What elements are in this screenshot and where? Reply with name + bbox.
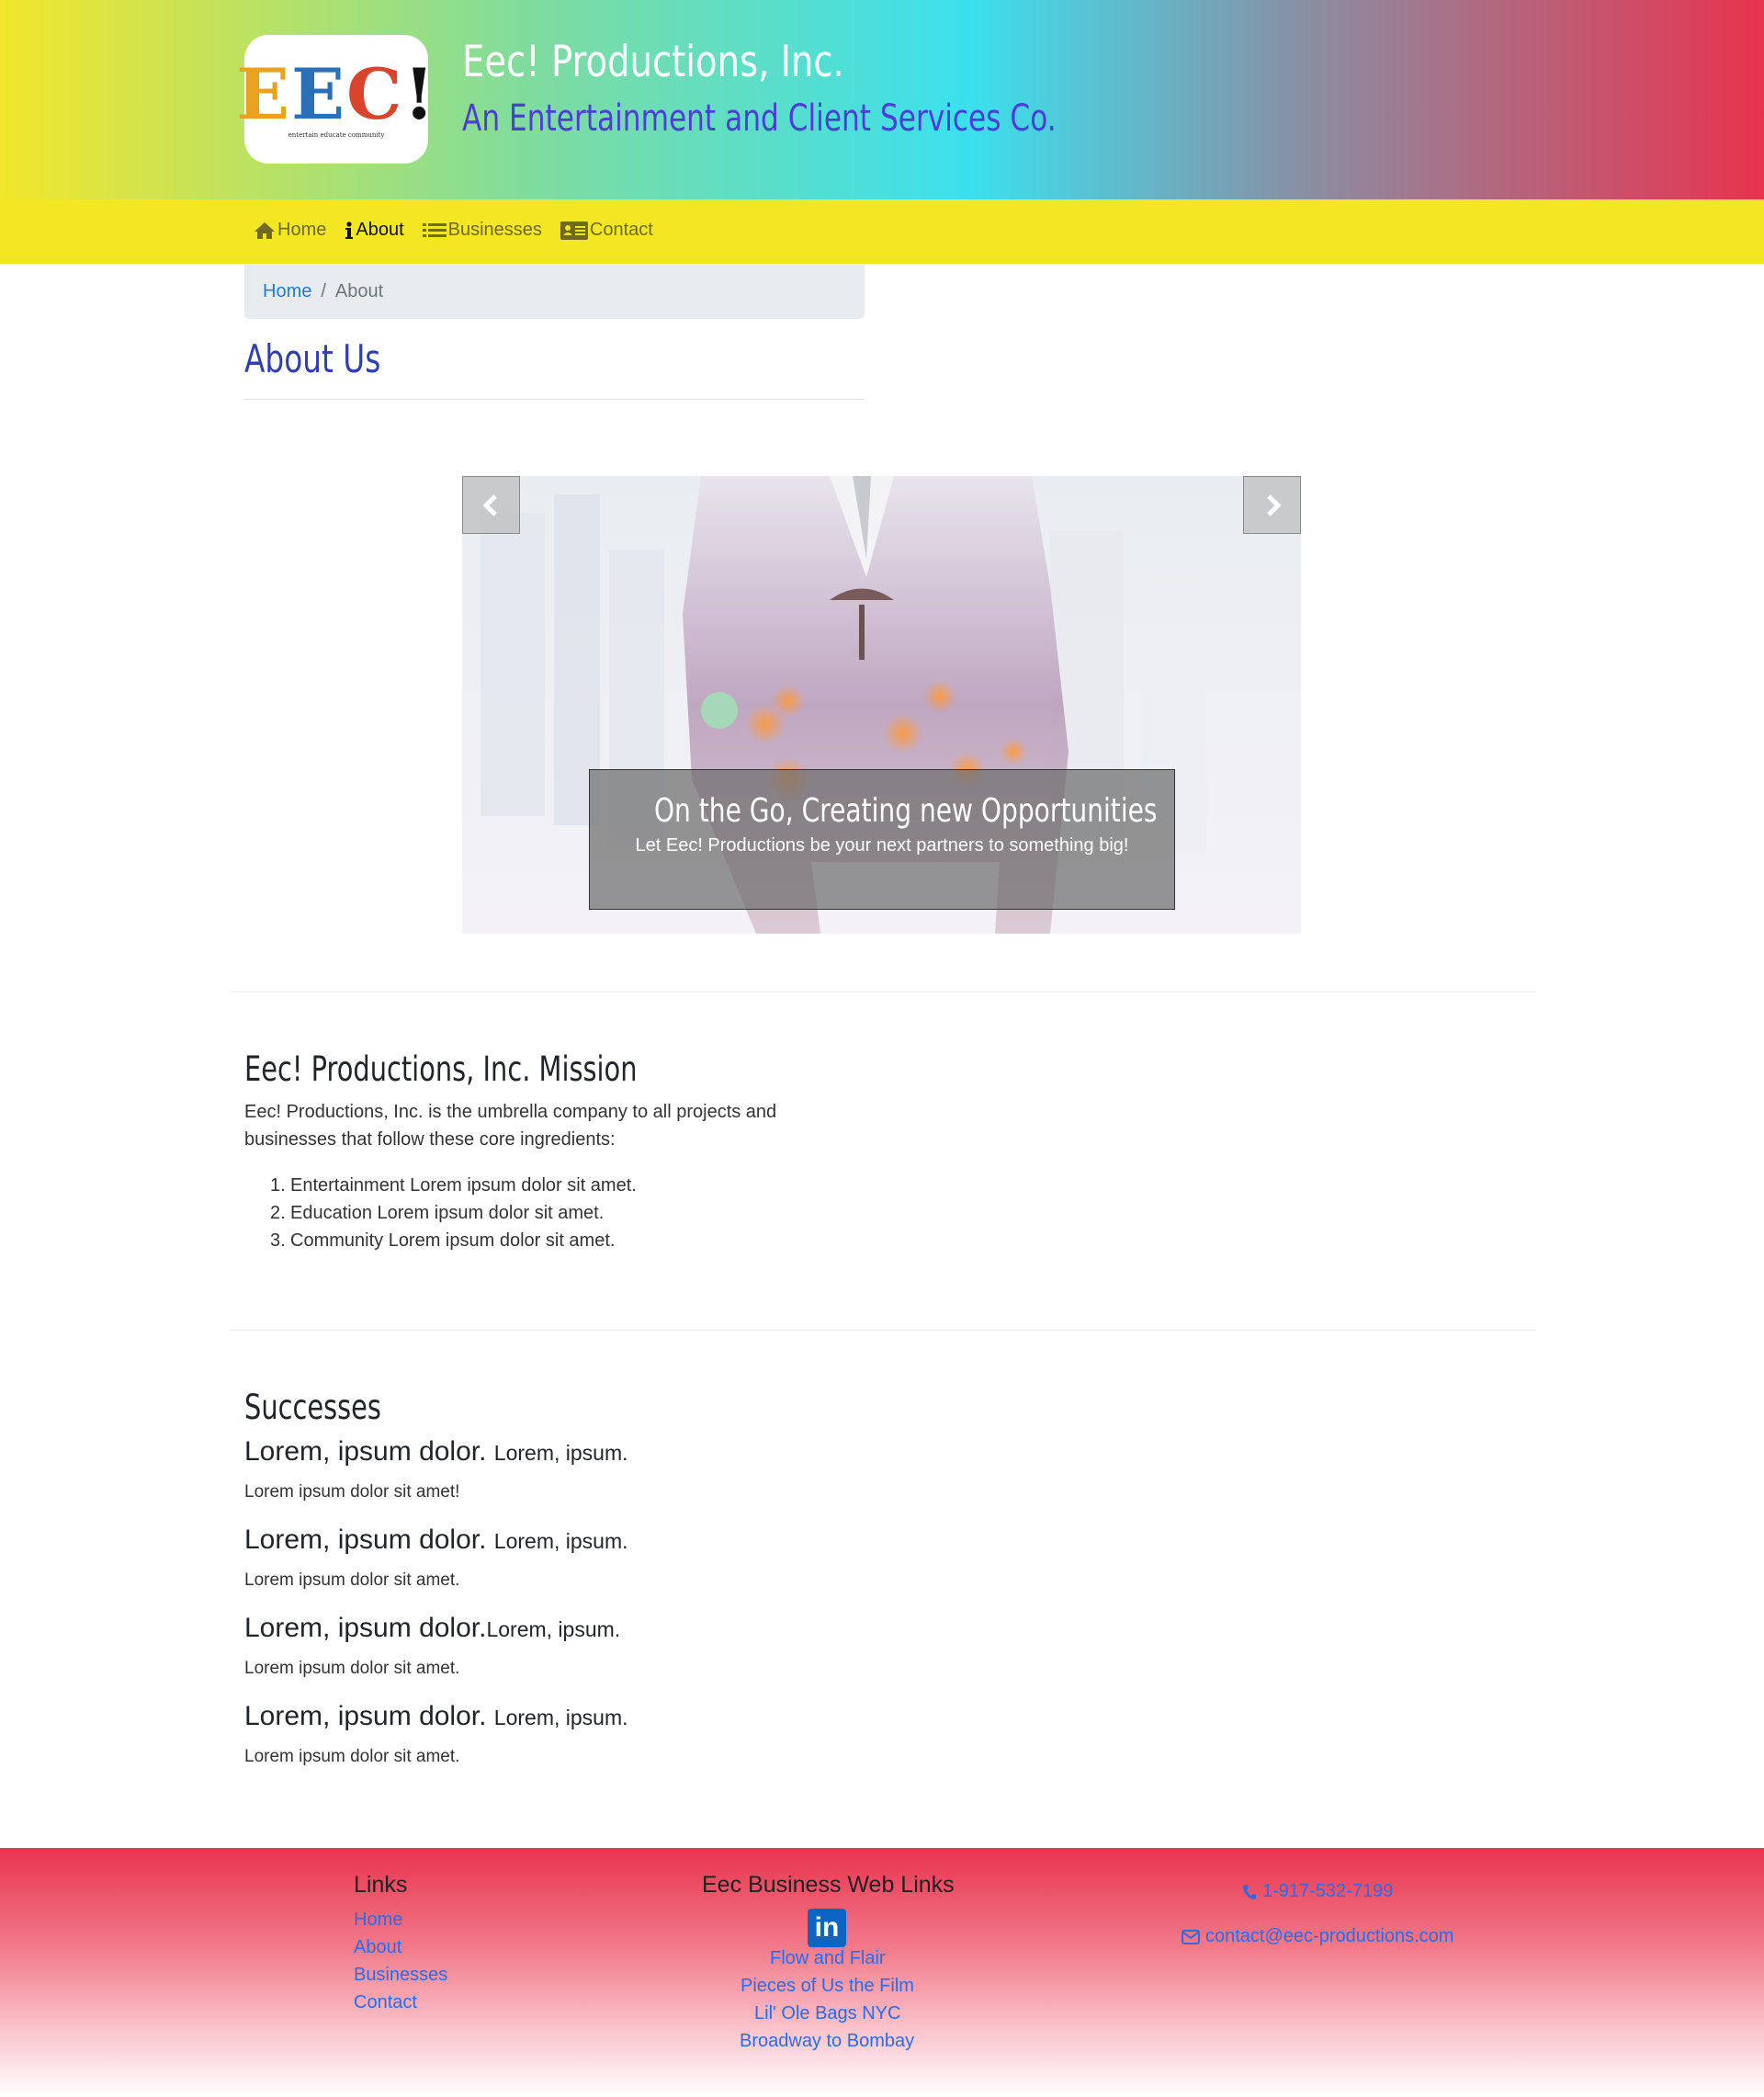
title-divider: [244, 399, 865, 400]
nav-list: Home About Businesses Contact: [254, 220, 653, 241]
breadcrumb-separator: /: [321, 281, 326, 301]
footer-link-about[interactable]: About: [354, 1937, 401, 1958]
footer-link-home[interactable]: Home: [354, 1910, 402, 1931]
breadcrumb-current: About: [334, 281, 384, 301]
footer-web-link[interactable]: Broadway to Bombay: [740, 2031, 914, 2052]
envelope-icon: [1182, 1929, 1200, 1944]
phone-icon: [1243, 1884, 1256, 1899]
mission-text: Eec! Productions, Inc. is the umbrella c…: [244, 1102, 777, 1150]
mission-heading: Eec! Productions, Inc. Mission: [244, 1049, 638, 1089]
breadcrumb-home-link[interactable]: Home: [263, 281, 311, 302]
site-subtitle: An Entertainment and Client Services Co.: [462, 97, 1057, 140]
footer-links-heading: Links: [354, 1872, 408, 1898]
linkedin-icon[interactable]: in: [808, 1909, 846, 1947]
success-desc: Lorem ipsum dolor sit amet.: [244, 1659, 460, 1678]
footer-phone[interactable]: 1-917-532-7199: [1242, 1881, 1393, 1902]
footer-phone-text: 1-917-532-7199: [1262, 1881, 1394, 1901]
footer-link-contact[interactable]: Contact: [354, 1992, 417, 2013]
nav-label-contact: Contact: [589, 220, 653, 240]
chevron-right-icon: [1266, 493, 1282, 516]
list-item: 1. Entertainment Lorem ipsum dolor sit am…: [270, 1175, 637, 1196]
successes-heading: Successes: [244, 1388, 381, 1427]
chevron-left-icon: [481, 493, 497, 516]
success-desc: Lorem ipsum dolor sit amet!: [244, 1482, 460, 1502]
nav-label-home: Home: [277, 220, 327, 240]
nav-item-contact[interactable]: Contact: [560, 220, 653, 241]
footer-web-links-heading: Eec Business Web Links: [702, 1872, 955, 1898]
nav-item-home[interactable]: Home: [254, 220, 326, 241]
contact-card-icon: [560, 221, 588, 240]
main-navbar: Home About Businesses Contact: [0, 199, 1764, 264]
success-item: Lorem, ipsum dolor. Lorem, ipsum.: [244, 1436, 628, 1467]
page-title: About Us: [244, 336, 381, 381]
home-icon: [254, 221, 275, 239]
nav-item-businesses[interactable]: Businesses: [422, 220, 542, 241]
success-item: Lorem, ipsum dolor. Lorem, ipsum.: [244, 1525, 628, 1555]
success-item: Lorem, ipsum dolor.Lorem, ipsum.: [244, 1613, 621, 1643]
success-desc: Lorem ipsum dolor sit amet.: [244, 1747, 460, 1766]
list-item: 3. Community Lorem ipsum dolor sit amet.: [270, 1230, 616, 1251]
nav-label-businesses: Businesses: [447, 220, 542, 240]
success-desc: Lorem ipsum dolor sit amet.: [244, 1570, 460, 1590]
carousel-caption: On the Go, Creating new Opportunities Le…: [589, 769, 1175, 910]
footer-email[interactable]: contact@eec-productions.com: [1182, 1926, 1453, 1947]
nav-item-about[interactable]: About: [345, 220, 404, 241]
info-icon: [345, 221, 354, 239]
list-item: 2. Education Lorem ipsum dolor sit amet.: [270, 1203, 605, 1223]
carousel-caption-text: Let Eec! Productions be your next partne…: [635, 835, 1129, 856]
carousel-prev-button[interactable]: [462, 476, 520, 534]
site-header: EEC! entertain educate community Eec! Pr…: [0, 0, 1764, 199]
success-item: Lorem, ipsum dolor. Lorem, ipsum.: [244, 1701, 628, 1731]
carousel-next-button[interactable]: [1243, 476, 1301, 534]
logo-tagline: entertain educate community: [288, 131, 385, 139]
mission-list: 1. Entertainment Lorem ipsum dolor sit am…: [270, 1172, 637, 1254]
nav-label-about: About: [356, 220, 404, 240]
section-divider: [230, 1330, 1536, 1331]
footer-web-link[interactable]: Lil' Ole Bags NYC: [754, 2003, 900, 2024]
list-icon: [422, 222, 447, 237]
site-title: Eec! Productions, Inc.: [462, 37, 844, 87]
footer-link-businesses[interactable]: Businesses: [354, 1965, 447, 1986]
logo-letters: EEC!: [236, 53, 436, 135]
breadcrumb: Home / About: [244, 265, 865, 319]
logo-mark: EEC! entertain educate community: [236, 53, 436, 140]
footer-email-text: contact@eec-productions.com: [1205, 1926, 1454, 1946]
image-carousel[interactable]: On the Go, Creating new Opportunities Le…: [462, 476, 1301, 934]
site-logo[interactable]: EEC! entertain educate community: [236, 35, 435, 164]
linkedin-icon-label: in: [814, 1912, 840, 1943]
carousel-caption-title: On the Go, Creating new Opportunities: [653, 792, 1158, 830]
footer-web-link[interactable]: Pieces of Us the Film: [741, 1976, 914, 1997]
footer-web-link[interactable]: Flow and Flair: [770, 1948, 886, 1969]
